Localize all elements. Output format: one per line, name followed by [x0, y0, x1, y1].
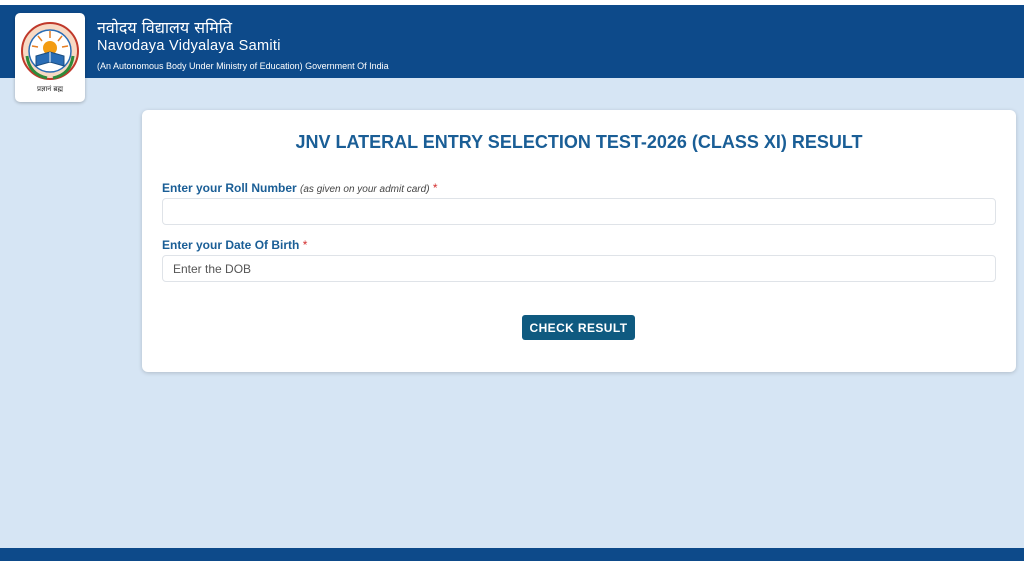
roll-number-label: Enter your Roll Number (as given on your… — [162, 181, 438, 195]
dob-input[interactable] — [162, 255, 996, 282]
dob-label-text: Enter your Date Of Birth — [162, 238, 300, 252]
dob-required-mark: * — [302, 238, 308, 252]
logo-motto: प्रज्ञानं ब्रह्म — [37, 85, 63, 93]
header-english-title: Navodaya Vidyalaya Samiti — [97, 38, 281, 54]
roll-number-label-text: Enter your Roll Number — [162, 181, 297, 195]
dob-label: Enter your Date Of Birth * — [162, 238, 307, 252]
result-form-card: JNV LATERAL ENTRY SELECTION TEST-2026 (C… — [142, 110, 1016, 372]
header-subtitle: (An Autonomous Body Under Ministry of Ed… — [97, 61, 389, 71]
site-header: नवोदय विद्यालय समिति Navodaya Vidyalaya … — [0, 5, 1024, 78]
roll-number-hint: (as given on your admit card) — [300, 184, 430, 195]
roll-required-mark: * — [432, 181, 438, 195]
site-footer — [0, 548, 1024, 561]
nvs-logo: प्रज्ञानं ब्रह्म — [15, 13, 85, 102]
roll-number-input[interactable] — [162, 198, 996, 225]
check-result-button[interactable]: CHECK RESULT — [522, 315, 635, 340]
header-hindi-title: नवोदय विद्यालय समिति — [97, 18, 233, 37]
page-title: JNV LATERAL ENTRY SELECTION TEST-2026 (C… — [295, 132, 863, 152]
nvs-emblem-icon: प्रज्ञानं ब्रह्म — [21, 22, 79, 94]
